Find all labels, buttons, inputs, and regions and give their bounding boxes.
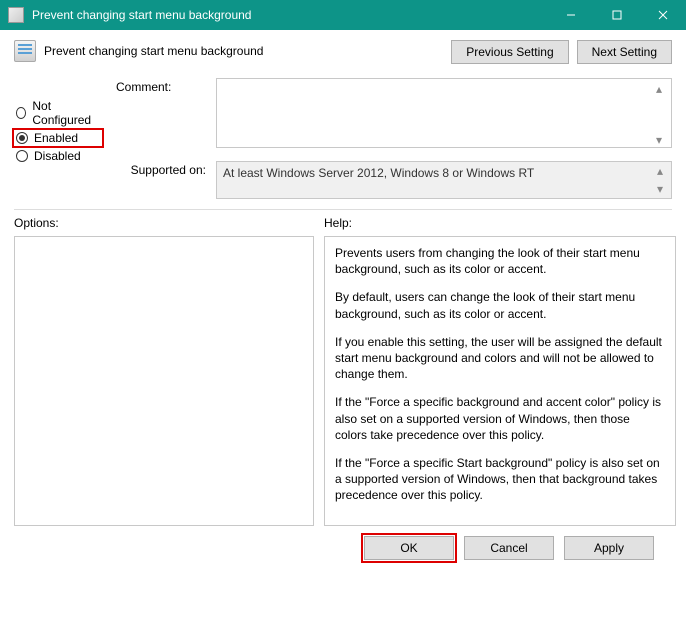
cancel-button[interactable]: Cancel	[464, 536, 554, 560]
radio-icon	[16, 150, 28, 162]
help-panel: Prevents users from changing the look of…	[324, 236, 676, 526]
policy-name: Prevent changing start menu background	[44, 40, 443, 58]
titlebar: Prevent changing start menu background	[0, 0, 686, 30]
ok-button[interactable]: OK	[364, 536, 454, 560]
separator	[14, 209, 672, 210]
help-text: By default, users can change the look of…	[335, 289, 665, 321]
scroll-indicator: ▴▾	[657, 164, 669, 196]
help-text: If you enable this setting, the user wil…	[335, 334, 665, 383]
supported-on-label: Supported on:	[116, 161, 206, 199]
supported-on-text: At least Windows Server 2012, Windows 8 …	[223, 166, 534, 180]
scroll-indicator: ▴▾	[656, 82, 668, 147]
options-panel	[14, 236, 314, 526]
comment-label: Comment:	[116, 78, 206, 151]
previous-setting-button[interactable]: Previous Setting	[451, 40, 568, 64]
help-text: If the "Force a specific Start backgroun…	[335, 455, 665, 504]
radio-icon	[16, 132, 28, 144]
apply-button[interactable]: Apply	[564, 536, 654, 560]
close-button[interactable]	[640, 0, 686, 30]
app-icon	[8, 7, 24, 23]
state-radio-group: Not Configured Enabled Disabled	[14, 96, 102, 199]
radio-icon	[16, 107, 26, 119]
next-setting-button[interactable]: Next Setting	[577, 40, 672, 64]
minimize-button[interactable]	[548, 0, 594, 30]
options-label: Options:	[14, 216, 314, 230]
help-text: If the "Force a specific background and …	[335, 394, 665, 443]
radio-label: Enabled	[34, 131, 78, 145]
policy-icon	[14, 40, 36, 62]
radio-label: Disabled	[34, 149, 81, 163]
comment-input[interactable]	[216, 78, 672, 148]
radio-disabled[interactable]: Disabled	[14, 146, 102, 166]
help-text: Prevents users from changing the look of…	[335, 245, 665, 277]
radio-not-configured[interactable]: Not Configured	[14, 96, 102, 130]
maximize-button[interactable]	[594, 0, 640, 30]
supported-on-value: At least Windows Server 2012, Windows 8 …	[216, 161, 672, 199]
help-label: Help:	[324, 216, 676, 230]
radio-label: Not Configured	[32, 99, 100, 127]
radio-enabled[interactable]: Enabled	[12, 128, 104, 148]
window-title: Prevent changing start menu background	[32, 8, 548, 22]
